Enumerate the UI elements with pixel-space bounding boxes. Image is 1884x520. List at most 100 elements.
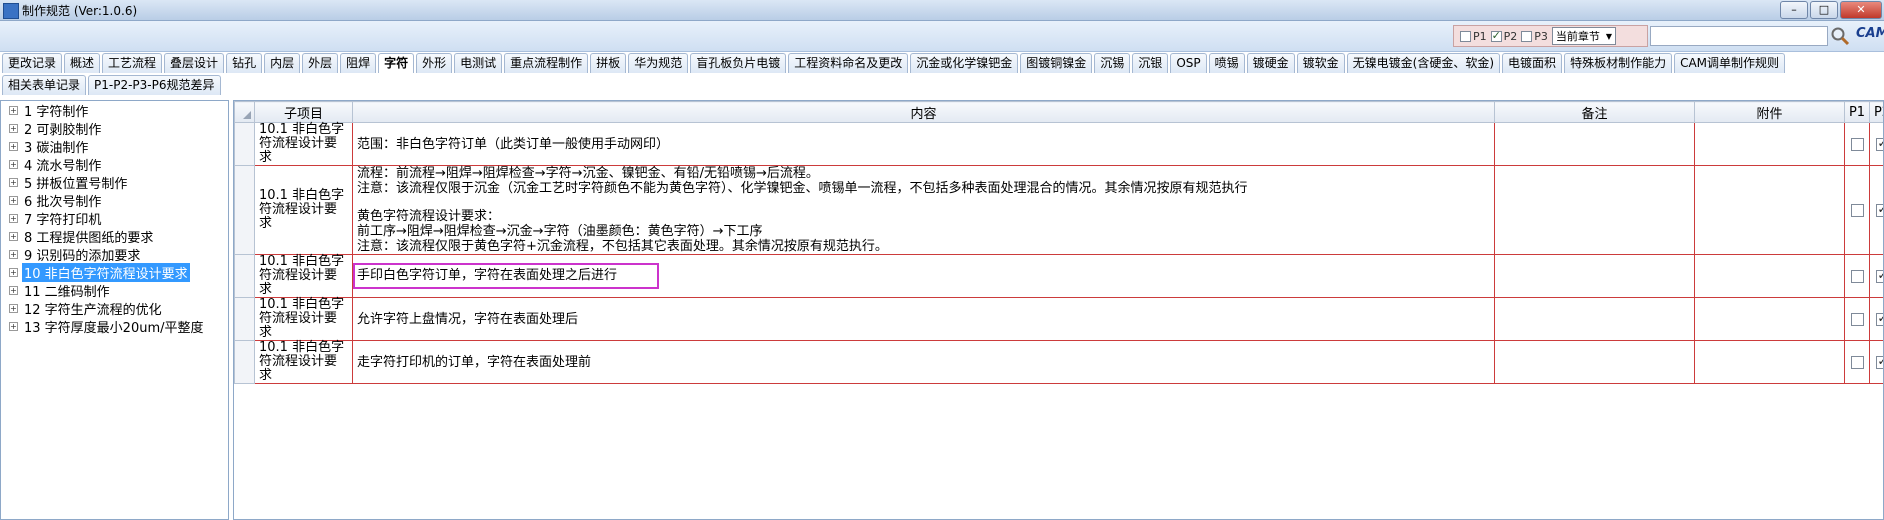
cell-attachment[interactable]: [1694, 122, 1845, 166]
tab-3[interactable]: 叠层设计: [164, 53, 225, 73]
tree-item[interactable]: +3 碳油制作: [1, 137, 228, 156]
table-row[interactable]: 10.1 非白色字符流程设计要求 手印白色字符订单，字符在表面处理之后进行: [234, 254, 1883, 298]
col-header-p1[interactable]: P1: [1844, 101, 1870, 123]
cell-sub[interactable]: 10.1 非白色字符流程设计要求: [254, 254, 353, 298]
tab-14[interactable]: 盲孔板负片电镀: [690, 53, 787, 73]
tab-26[interactable]: 特殊板材制作能力: [1564, 53, 1673, 73]
expand-icon[interactable]: +: [9, 303, 18, 313]
p1-checkbox[interactable]: [1850, 312, 1864, 326]
expand-icon[interactable]: +: [9, 123, 18, 133]
select-all-corner[interactable]: [234, 101, 255, 123]
p2-checkbox[interactable]: [1875, 311, 1883, 326]
cell-sub[interactable]: 10.1 非白色字符流程设计要求: [254, 122, 353, 166]
tab-13[interactable]: 华为规范: [628, 53, 689, 73]
close-button[interactable]: ✕: [1840, 1, 1882, 19]
filter-p2[interactable]: P2: [1490, 29, 1517, 43]
cell-remark[interactable]: [1494, 297, 1695, 341]
cell-sub[interactable]: 10.1 非白色字符流程设计要求: [254, 297, 353, 341]
tab-15[interactable]: 工程资料命名及更改: [788, 53, 909, 73]
cell-content[interactable]: 走字符打印机的订单，字符在表面处理前: [352, 340, 1495, 384]
tab-secondary-1[interactable]: P1-P2-P3-P6规范差异: [88, 75, 221, 95]
expand-icon[interactable]: +: [9, 195, 18, 205]
expand-icon[interactable]: +: [9, 213, 18, 223]
p2-checkbox[interactable]: [1875, 136, 1883, 151]
row-header[interactable]: [234, 122, 255, 166]
tab-18[interactable]: 沉锡: [1094, 53, 1131, 73]
tab-10[interactable]: 电测试: [454, 53, 503, 73]
tab-8[interactable]: 字符: [378, 53, 415, 73]
expand-icon[interactable]: +: [9, 177, 18, 187]
row-header[interactable]: [234, 297, 255, 341]
table-row[interactable]: 10.1 非白色字符流程设计要求 走字符打印机的订单，字符在表面处理前: [234, 340, 1883, 384]
table-row[interactable]: 10.1 非白色字符流程设计要求 允许字符上盘情况，字符在表面处理后: [234, 297, 1883, 341]
tab-11[interactable]: 重点流程制作: [504, 53, 589, 73]
cell-sub[interactable]: 10.1 非白色字符流程设计要求: [254, 165, 353, 255]
p3-checkbox[interactable]: [1521, 30, 1533, 42]
tree-item[interactable]: +7 字符打印机: [1, 209, 228, 228]
scope-select[interactable]: 当前章节 ▼: [1551, 27, 1617, 45]
minimize-button[interactable]: –: [1780, 1, 1808, 19]
tab-9[interactable]: 外形: [416, 53, 453, 73]
p1-checkbox[interactable]: [1460, 30, 1471, 42]
tree-item[interactable]: +11 二维码制作: [1, 281, 228, 300]
tab-4[interactable]: 钻孔: [226, 53, 263, 73]
tab-20[interactable]: OSP: [1170, 53, 1207, 73]
cell-attachment[interactable]: [1694, 340, 1845, 384]
row-header[interactable]: [234, 340, 255, 384]
tab-24[interactable]: 无镍电镀金(含硬金、软金): [1346, 53, 1501, 73]
expand-icon[interactable]: +: [9, 249, 18, 259]
table-row[interactable]: 10.1 非白色字符流程设计要求 范围：非白色字符订单（此类订单一般使用手动网印）: [234, 122, 1883, 166]
cell-content[interactable]: 手印白色字符订单，字符在表面处理之后进行: [352, 254, 1495, 298]
expand-icon[interactable]: +: [9, 159, 18, 169]
expand-icon[interactable]: +: [9, 267, 18, 277]
tree-item[interactable]: +10 非白色字符流程设计要求: [1, 262, 228, 282]
p1-checkbox[interactable]: [1850, 137, 1864, 151]
tab-25[interactable]: 电镀面积: [1502, 53, 1563, 73]
col-header-p2[interactable]: P2: [1869, 101, 1883, 123]
tab-23[interactable]: 镀软金: [1296, 53, 1345, 73]
cell-remark[interactable]: [1494, 340, 1695, 384]
tree-item[interactable]: +2 可剥胶制作: [1, 119, 228, 138]
expand-icon[interactable]: +: [9, 231, 18, 241]
search-icon[interactable]: [1830, 26, 1850, 46]
col-header-sub[interactable]: 子项目: [254, 101, 353, 123]
tab-27[interactable]: CAM调单制作规则: [1674, 53, 1786, 73]
cell-content[interactable]: 允许字符上盘情况，字符在表面处理后: [352, 297, 1495, 341]
cell-content[interactable]: 范围：非白色字符订单（此类订单一般使用手动网印）: [352, 122, 1495, 166]
tree-item[interactable]: +6 批次号制作: [1, 191, 228, 210]
p2-checkbox[interactable]: [1875, 202, 1883, 217]
tree-item[interactable]: +8 工程提供图纸的要求: [1, 227, 228, 246]
row-header[interactable]: [234, 165, 255, 255]
tab-secondary-0[interactable]: 相关表单记录: [2, 75, 87, 95]
p1-checkbox[interactable]: [1850, 269, 1864, 283]
cell-remark[interactable]: [1494, 165, 1695, 255]
tree-item[interactable]: +9 识别码的添加要求: [1, 245, 228, 264]
tab-2[interactable]: 工艺流程: [102, 53, 163, 73]
tab-22[interactable]: 镀硬金: [1246, 53, 1295, 73]
tree-item[interactable]: +12 字符生产流程的优化: [1, 299, 228, 318]
cell-remark[interactable]: [1494, 122, 1695, 166]
expand-icon[interactable]: +: [9, 285, 18, 295]
p2-checkbox[interactable]: [1490, 29, 1502, 42]
tree-item[interactable]: +13 字符厚度最小20um/平整度: [1, 317, 228, 336]
p1-checkbox[interactable]: [1850, 355, 1864, 369]
filter-p3[interactable]: P3: [1521, 30, 1548, 43]
cell-sub[interactable]: 10.1 非白色字符流程设计要求: [254, 340, 353, 384]
p1-checkbox[interactable]: [1850, 203, 1864, 217]
col-header-attach[interactable]: 附件: [1694, 101, 1845, 123]
p2-checkbox[interactable]: [1875, 354, 1883, 369]
col-header-remark[interactable]: 备注: [1494, 101, 1695, 123]
tab-16[interactable]: 沉金或化学镍钯金: [910, 53, 1019, 73]
row-header[interactable]: [234, 254, 255, 298]
p2-checkbox[interactable]: [1875, 268, 1883, 283]
tab-1[interactable]: 概述: [64, 53, 101, 73]
tab-5[interactable]: 内层: [264, 53, 301, 73]
tab-19[interactable]: 沉银: [1132, 53, 1169, 73]
cell-remark[interactable]: [1494, 254, 1695, 298]
cell-attachment[interactable]: [1694, 165, 1845, 255]
tree-item[interactable]: +5 拼板位置号制作: [1, 173, 228, 192]
cell-attachment[interactable]: [1694, 297, 1845, 341]
maximize-button[interactable]: □: [1810, 1, 1838, 19]
tab-12[interactable]: 拼板: [590, 53, 627, 73]
tab-7[interactable]: 阻焊: [340, 53, 377, 73]
